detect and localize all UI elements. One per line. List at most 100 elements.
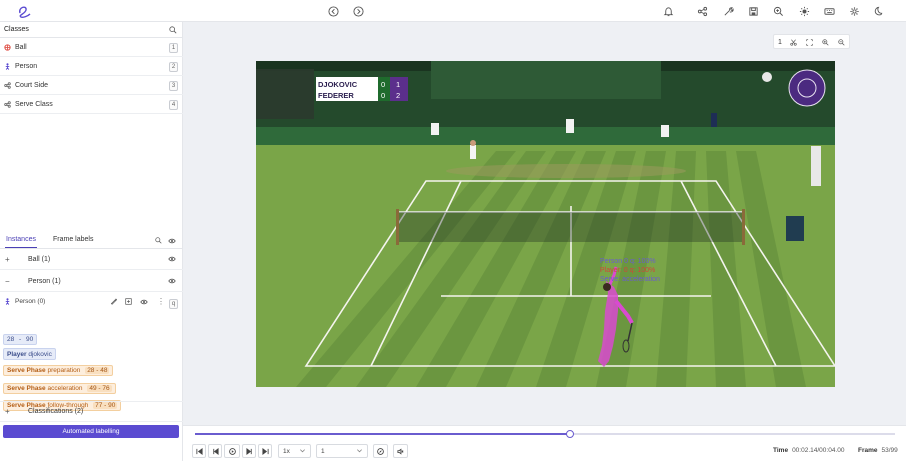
moon-icon[interactable] [871, 4, 885, 18]
timeline-track[interactable] [570, 433, 895, 435]
next-nav-icon[interactable] [351, 4, 365, 18]
attribute-value: preparation [47, 367, 81, 374]
person-class-icon [3, 63, 11, 71]
person-icon [4, 298, 11, 307]
prev-nav-icon[interactable] [326, 4, 340, 18]
app-logo[interactable] [14, 2, 34, 20]
step-select[interactable]: 1 [316, 444, 368, 458]
tab-frame-labels[interactable]: Frame labels [53, 236, 93, 243]
automated-labelling-button[interactable]: Automated labelling [3, 425, 179, 438]
player-attribute-chip[interactable]: Player djokovic [3, 348, 56, 360]
frame-display: Frame 53/99 [858, 447, 898, 454]
instance-group-ball[interactable]: + Ball (1) [0, 249, 183, 270]
ball-class-icon [3, 44, 11, 52]
top-bar [0, 0, 906, 22]
serve-phase-chip[interactable]: Serve Phase preparation 28 - 48 [3, 365, 114, 376]
skip-start-icon[interactable] [192, 444, 206, 458]
timeline-progress[interactable] [195, 433, 570, 435]
scissors-icon[interactable] [788, 37, 798, 47]
tab-instances[interactable]: Instances [5, 236, 37, 248]
scoreboard-p2-game: 2 [396, 91, 400, 100]
gear-icon[interactable] [847, 4, 861, 18]
phase-range: 49 - 76 [87, 385, 112, 392]
attribute-key: Serve Phase [7, 385, 46, 392]
frame-value: 53/99 [881, 447, 898, 454]
shortcut-key: 3 [169, 81, 178, 91]
share-icon[interactable] [695, 4, 709, 18]
collapse-toggle[interactable]: − [5, 277, 10, 286]
scoreboard-p2-set: 0 [381, 91, 385, 100]
bell-icon[interactable] [661, 4, 675, 18]
range-separator: - [19, 336, 22, 343]
eye-icon[interactable] [168, 255, 177, 264]
play-icon[interactable] [224, 444, 240, 458]
zoom-in-icon[interactable] [820, 37, 830, 47]
more-menu-icon[interactable]: ⋮ [157, 297, 165, 306]
annotation-label-line: Serve: acceleration [600, 276, 660, 283]
instance-group-classifications[interactable]: + Classifications (2) [0, 401, 183, 422]
frame-start: 28 [7, 336, 15, 343]
keyboard-icon[interactable] [822, 4, 836, 18]
class-item-serve-class[interactable]: Serve Class 4 [0, 96, 183, 114]
sun-icon[interactable] [797, 4, 811, 18]
time-display: Time 00:02.14/00:04.00 [773, 447, 844, 454]
expand-toggle[interactable]: + [5, 407, 10, 416]
eye-icon[interactable] [140, 298, 148, 308]
instance-group-label: Person (1) [28, 277, 61, 285]
step-forward-icon[interactable] [242, 444, 256, 458]
chevron-down-icon [299, 447, 306, 456]
time-label: Time [773, 447, 789, 454]
frame-end: 90 [26, 336, 34, 343]
wrench-icon[interactable] [721, 4, 735, 18]
shortcut-key: 2 [169, 62, 178, 72]
zoom-toolbar: 1 [773, 34, 850, 49]
instance-tabs: Instances Frame labels [0, 232, 183, 249]
shortcut-key: q [169, 299, 178, 309]
search-icon[interactable] [155, 237, 162, 246]
video-frame[interactable]: DJOKOVIC FEDERER 0 0 1 2 Person 0 q: 100… [256, 61, 835, 387]
compass-icon[interactable] [373, 444, 388, 458]
zoom-out-icon[interactable] [836, 37, 846, 47]
fit-screen-icon[interactable] [804, 37, 814, 47]
speed-select[interactable]: 1x [278, 444, 311, 458]
frame-icon[interactable] [125, 298, 132, 307]
instance-group-label: Ball (1) [28, 255, 51, 263]
class-item-court-side[interactable]: Court Side 3 [0, 77, 183, 95]
phase-end: 76 [102, 385, 110, 392]
class-item-person[interactable]: Person 2 [0, 58, 183, 76]
classes-title: Classes [4, 26, 29, 33]
volume-icon[interactable] [393, 444, 408, 458]
class-label: Person [15, 63, 38, 70]
tournament-logo [788, 69, 826, 107]
eye-icon[interactable] [168, 237, 176, 247]
left-panel: Classes Ball 1 Person 2 Court Side 3 Ser… [0, 22, 183, 461]
phase-end: 48 [100, 367, 108, 374]
class-label: Ball [15, 44, 27, 51]
step-back-icon[interactable] [208, 444, 222, 458]
frame-range-chip[interactable]: 28 - 90 [3, 334, 38, 345]
tennis-court-scene: DJOKOVIC FEDERER 0 0 1 2 Person 0 q: 100… [256, 61, 835, 387]
zoom-icon[interactable] [771, 4, 785, 18]
step-value: 1 [321, 447, 325, 455]
brush-icon[interactable] [110, 298, 118, 307]
chevron-down-icon [356, 447, 363, 456]
search-icon[interactable] [169, 26, 177, 36]
time-value: 00:02.14/00:04.00 [792, 447, 845, 454]
save-icon[interactable] [746, 4, 760, 18]
class-item-ball[interactable]: Ball 1 [0, 39, 183, 57]
instance-label: Person (0) [15, 298, 46, 305]
attribute-key: Player [7, 351, 27, 358]
instance-group-person[interactable]: − Person (1) [0, 271, 183, 292]
frame-label: Frame [858, 447, 878, 454]
scoreboard-player-1: DJOKOVIC [318, 80, 358, 89]
expand-toggle[interactable]: + [5, 255, 10, 264]
timeline-scrubber[interactable] [566, 430, 574, 438]
phase-range: 28 - 48 [85, 367, 110, 374]
skip-end-icon[interactable] [258, 444, 272, 458]
scoreboard-p1-game: 1 [396, 80, 400, 89]
eye-icon[interactable] [168, 277, 177, 286]
scoreboard-p1-set: 0 [381, 80, 385, 89]
speed-value: 1x [283, 447, 290, 455]
annotation-label-line: Person 0 q: 100% [600, 258, 656, 265]
serve-phase-chip[interactable]: Serve Phase acceleration 49 - 76 [3, 383, 116, 394]
